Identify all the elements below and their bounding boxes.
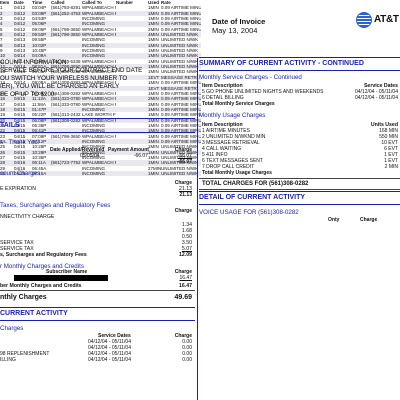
monthly-total: 16.47: [179, 283, 192, 289]
payment-date: 05/05/04: [80, 153, 100, 159]
divider: [0, 118, 195, 120]
invoice-date: May 13, 2004: [212, 26, 258, 35]
payment-amount: -66.07: [133, 153, 148, 159]
voice-used: 1MIN: [148, 171, 159, 176]
ms-total: Total Monthly Service Charges: [202, 101, 275, 107]
account-info-line: SERVICE BEFORE YOUR CONTRACT END DATE: [0, 67, 143, 74]
service-label: ILLING: [0, 357, 16, 363]
ms-dates: 04/12/04 - 05/11/04: [355, 95, 398, 101]
taxes-total: 12.09: [179, 252, 192, 258]
details-heading: TAILS: [0, 122, 20, 129]
voice-rate-description: UNLIMITED N/WK: [161, 171, 199, 176]
charges-heading: Charges: [0, 325, 24, 332]
globe-icon: [356, 12, 372, 28]
voice-col-onty: Onty: [328, 217, 340, 223]
usage-used: 2 MIN: [384, 164, 398, 170]
taxes-total-label: s, Surcharges and Regulatory Fees: [0, 252, 87, 258]
expiration-total: 21.13: [179, 192, 192, 198]
payments-heading: s - Thank You!: [0, 139, 40, 146]
voice-called: [51, 171, 82, 176]
voice-heading: VOICE USAGE FOR (561)308-0282: [199, 209, 299, 216]
divider: [199, 178, 400, 179]
payment-total: -66.07: [177, 159, 192, 165]
taxes-total-row: s, Surcharges and Regulatory Fees 12.09: [0, 252, 192, 258]
summary-heading: SUMMARY OF CURRENT ACTIVITY - CONTINUED: [199, 60, 364, 67]
tax-row: NNECTIVITY CHARGE: [0, 214, 192, 220]
current-activity-heading: CURRENT ACTIVITY: [0, 310, 68, 317]
tax-label: NNECTIVITY CHARGE: [0, 214, 55, 220]
divider: [199, 204, 400, 206]
expiration-label: E EXPIRATION: [0, 186, 36, 192]
service-charge: 0.00: [182, 357, 192, 363]
account-info-line: COUNT INFORMATION:: [0, 59, 69, 66]
detail-heading: DETAIL OF CURRENT ACTIVITY: [199, 194, 306, 201]
tax-value: [162, 214, 192, 220]
monthly-total-row: ber Monthly Charges and Credits 16.47: [0, 283, 192, 289]
divider: [0, 132, 195, 134]
voice-number: [116, 171, 148, 176]
divider: [199, 57, 400, 59]
divider: [0, 290, 195, 291]
subscriber-value: 16.47: [179, 275, 192, 281]
monthly-total-label: ber Monthly Charges and Credits: [0, 283, 82, 289]
att-logo: AT&T: [356, 12, 399, 30]
divider: [0, 320, 195, 322]
divider: [199, 70, 400, 72]
monthly-services-heading: Monthly Service Charges - Continued: [199, 74, 302, 81]
grand-total-label: nthly Charges: [0, 294, 47, 301]
logo-text: AT&T: [374, 14, 399, 25]
divider: [199, 189, 400, 190]
total-for-number: TOTAL CHARGES FOR (561)308-0282: [202, 181, 309, 187]
usage-heading: Monthly Usage Charges: [199, 112, 266, 119]
account-info-line: EE OF UP TO $200.: [0, 91, 57, 98]
divider: [199, 191, 400, 193]
count-charges-heading: count Charges: [0, 170, 41, 177]
invoice-date-label: Date of Invoice: [212, 17, 266, 26]
voice-col-charge-top: Charge: [360, 217, 378, 223]
taxes-heading: Taxes, Surcharges and Regulatory Fees: [0, 202, 111, 209]
voice-called-to: INCOMING: [82, 171, 105, 176]
service-dates: 04/12/04 - 05/11/04: [88, 357, 131, 363]
account-info-line: IER), YOU WILL BE CHARGED AN EARLY: [0, 83, 120, 90]
usage-total: Total Monthly Usage Charges: [202, 170, 272, 176]
grand-total: 49.69: [174, 294, 192, 301]
column-divider: [197, 58, 198, 400]
divider: [0, 307, 195, 309]
redacted-subscriber-name: [14, 275, 108, 281]
account-info-line: OU SWITCH YOUR WIRELESS NUMBER TO: [0, 75, 128, 82]
